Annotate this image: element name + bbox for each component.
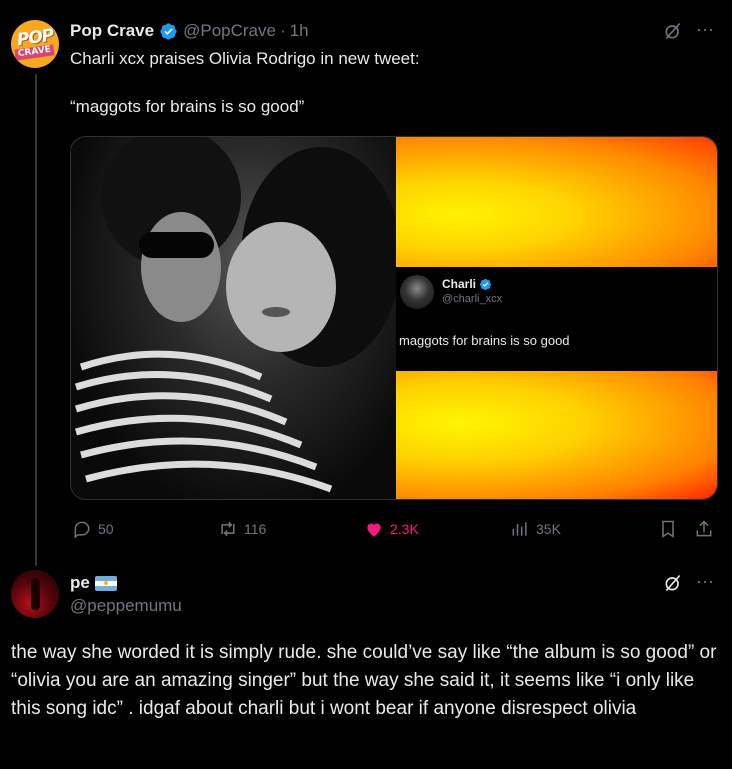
photo-illustration (74, 137, 396, 493)
like-icon (367, 523, 381, 537)
post-text: Charli xcx praises Olivia Rodrigo in new… (70, 47, 710, 143)
action-bar: 50 116 2.3K 35K (70, 518, 718, 540)
embedded-handle: @charli_xcx (442, 293, 503, 305)
repost-icon (221, 521, 235, 537)
like-count: 2.3K (390, 521, 419, 537)
embedded-tweet-image[interactable]: Charli @charli_xcx maggots for brains is… (396, 267, 717, 371)
flag-argentina-icon (94, 575, 117, 591)
post-text-quote: “maggots for brains is so good” (70, 97, 305, 116)
author-handle[interactable]: @PopCrave (183, 21, 276, 41)
bookmark-icon[interactable] (658, 519, 678, 539)
thread-connector-line (35, 74, 37, 566)
reply-text: the way she worded it is simply rude. sh… (11, 642, 717, 719)
reply-count: 50 (98, 521, 114, 537)
more-icon[interactable]: ··· (696, 19, 714, 39)
embedded-name: Charli (442, 277, 492, 291)
verified-badge-icon (479, 278, 492, 290)
author-name[interactable]: Pop Crave (70, 21, 154, 41)
gradient-image-top[interactable] (396, 137, 717, 267)
like-button[interactable]: 2.3K (364, 518, 419, 540)
verified-badge-icon[interactable] (159, 22, 178, 41)
photo-image[interactable] (71, 137, 396, 499)
reply-button[interactable]: 50 (72, 518, 114, 540)
grok-icon[interactable] (663, 573, 683, 593)
share-icon[interactable] (694, 519, 714, 539)
media-grid[interactable]: Charli @charli_xcx maggots for brains is… (70, 136, 718, 500)
avatar[interactable]: POP CRAVE (11, 20, 59, 68)
gradient-image-bottom[interactable] (396, 371, 717, 499)
repost-button[interactable]: 116 (218, 518, 266, 540)
views-count: 35K (536, 521, 561, 537)
repost-count: 116 (244, 521, 267, 537)
grok-icon[interactable] (663, 21, 683, 41)
embedded-avatar (400, 275, 434, 309)
views-button[interactable]: 35K (510, 518, 561, 540)
reply-icon (74, 521, 90, 539)
embedded-text: maggots for brains is so good (399, 333, 570, 348)
separator: · (279, 21, 286, 40)
views-icon (512, 522, 527, 536)
author-name[interactable]: pe (70, 573, 90, 593)
reply-header: pe (70, 571, 117, 595)
post-header: Pop Crave @PopCrave · 1h (70, 19, 309, 43)
more-icon[interactable]: ··· (696, 571, 714, 591)
avatar[interactable] (11, 570, 59, 618)
avatar-figure (31, 578, 40, 610)
author-handle[interactable]: @peppemumu (70, 596, 182, 616)
post-text-line: Charli xcx praises Olivia Rodrigo in new… (70, 49, 420, 68)
timestamp[interactable]: 1h (290, 21, 309, 41)
